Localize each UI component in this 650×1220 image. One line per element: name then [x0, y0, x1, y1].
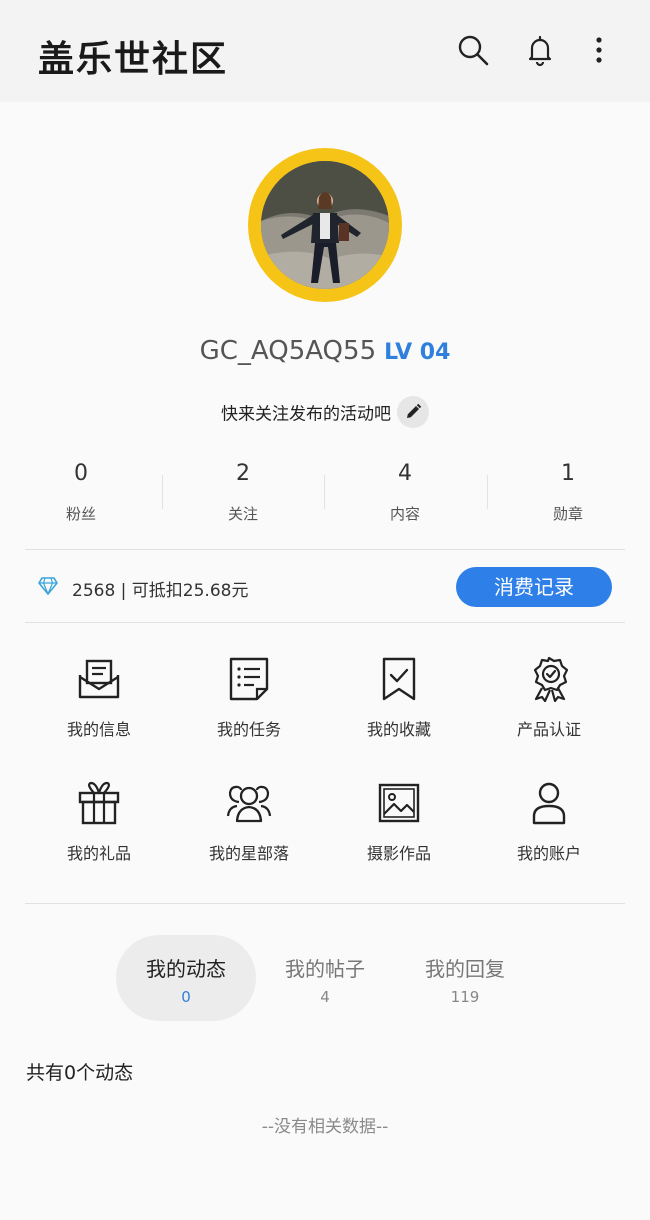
divider: [25, 903, 625, 904]
menu-my-account[interactable]: 我的账户: [474, 780, 624, 890]
stat-value: 1: [561, 461, 575, 486]
image-icon: [378, 783, 420, 823]
stat-value: 0: [74, 461, 88, 486]
envelope-icon: [78, 659, 120, 699]
menu-my-favorites[interactable]: 我的收藏: [324, 656, 474, 766]
diamond-icon: [38, 577, 58, 595]
menu-my-messages[interactable]: 我的信息: [24, 656, 174, 766]
stat-value: 2: [236, 461, 250, 486]
search-icon[interactable]: [456, 33, 490, 67]
points-balance: 2568 | 可抵扣25.68元: [72, 581, 249, 601]
edit-bio-button[interactable]: [397, 396, 429, 428]
stat-following[interactable]: 2 关注: [162, 455, 324, 524]
menu-my-tasks[interactable]: 我的任务: [174, 656, 324, 766]
menu-photography-works[interactable]: 摄影作品: [324, 780, 474, 890]
app-title: 盖乐世社区: [38, 39, 229, 80]
menu-my-star-tribe[interactable]: 我的星部落: [174, 780, 324, 890]
stat-label: 粉丝: [65, 505, 96, 523]
more-vertical-icon[interactable]: [582, 33, 616, 67]
menu-label: 我的账户: [516, 844, 581, 863]
tab-count: 0: [181, 988, 191, 1006]
stat-label: 关注: [227, 505, 258, 523]
username: GC_AQ5AQ55: [199, 336, 377, 366]
username-row: GC_AQ5AQ55 LV 04: [0, 336, 650, 366]
divider: [25, 622, 625, 623]
stat-label: 勋章: [552, 505, 583, 523]
menu-product-certification[interactable]: 产品认证: [474, 656, 624, 766]
menu-label: 我的信息: [66, 720, 131, 739]
divider: [25, 549, 625, 550]
bio-row: 快来关注发布的活动吧: [0, 396, 650, 428]
menu-label: 我的星部落: [208, 844, 289, 863]
bell-icon[interactable]: [523, 33, 557, 67]
stat-fans[interactable]: 0 粉丝: [0, 455, 162, 524]
menu-my-gifts[interactable]: 我的礼品: [24, 780, 174, 890]
pencil-icon: [407, 403, 422, 418]
certified-badge-icon: [533, 656, 569, 702]
tab-label: 我的帖子: [285, 957, 365, 981]
menu-label: 我的收藏: [366, 720, 431, 739]
stats-bar: 0 粉丝 2 关注 4 内容 1 勋章: [0, 455, 650, 535]
menu-label: 产品认证: [516, 720, 581, 739]
user-icon: [532, 782, 566, 825]
stat-content[interactable]: 4 内容: [324, 455, 486, 524]
app-header: 盖乐世社区: [0, 0, 650, 102]
avatar-ring[interactable]: [248, 148, 402, 302]
menu-label: 摄影作品: [366, 844, 431, 863]
menu-label: 我的礼品: [66, 844, 131, 863]
tab-my-posts[interactable]: 我的帖子 4: [262, 935, 388, 1021]
menu-label: 我的任务: [216, 720, 281, 739]
feed-summary: 共有0个动态: [26, 1062, 134, 1084]
stat-medals[interactable]: 1 勋章: [487, 455, 649, 524]
tab-my-replies[interactable]: 我的回复 119: [402, 935, 528, 1021]
tab-count: 119: [450, 988, 480, 1006]
tab-label: 我的回复: [425, 957, 505, 981]
avatar[interactable]: [261, 161, 389, 289]
tab-label: 我的动态: [146, 957, 226, 981]
gift-icon: [78, 781, 120, 825]
stat-value: 4: [398, 461, 412, 486]
group-icon: [226, 785, 272, 823]
bio-text: 快来关注发布的活动吧: [221, 404, 391, 425]
bookmark-check-icon: [382, 657, 416, 701]
tab-my-activity[interactable]: 我的动态 0: [116, 935, 256, 1021]
task-list-icon: [229, 657, 269, 701]
tab-count: 4: [320, 988, 330, 1006]
consumption-record-button[interactable]: 消费记录: [456, 567, 612, 607]
points-row: 2568 | 可抵扣25.68元 消费记录: [0, 552, 650, 622]
level-badge[interactable]: LV 04: [384, 340, 450, 365]
empty-state: --没有相关数据--: [261, 1117, 389, 1137]
stat-label: 内容: [389, 505, 420, 523]
